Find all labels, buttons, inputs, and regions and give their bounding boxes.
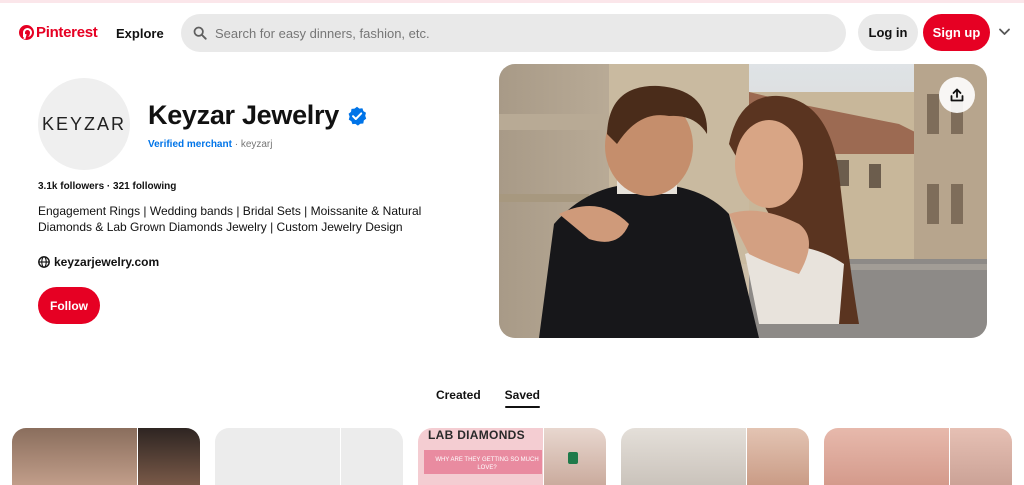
handle-separator: · [231,139,241,150]
board-card[interactable] [621,428,809,485]
share-button[interactable] [939,77,975,113]
cover-photo [499,64,987,338]
pinterest-logo[interactable]: Pinterest [19,24,98,41]
verified-merchant-label[interactable]: Verified merchant [148,139,232,150]
profile-bio: Engagement Rings | Wedding bands | Brida… [38,204,422,234]
board-cover-image [138,428,200,485]
board-cover-image [12,428,137,485]
login-button[interactable]: Log in [858,14,918,51]
logo-text: Pinterest [36,24,98,41]
board-cover-image: LAB DIAMONDS WHY ARE THEY GETTING SO MUC… [418,428,543,485]
board-card[interactable] [824,428,1012,485]
signup-button[interactable]: Sign up [923,14,990,51]
search-input[interactable] [215,25,815,41]
board-card[interactable] [215,428,403,485]
board-cover-image [621,428,746,485]
board-cover-title: LAB DIAMONDS [428,428,525,442]
board-card[interactable] [12,428,200,485]
search-icon [193,26,207,40]
search-bar[interactable] [181,14,846,52]
website-link[interactable]: keyzarjewelry.com [38,255,159,269]
profile-handle: keyzarj [240,139,273,150]
tab-created[interactable]: Created [436,388,481,408]
follow-button[interactable]: Follow [38,287,100,324]
board-cover-placeholder [341,428,403,485]
pinterest-logo-icon [19,25,34,40]
emerald-gem [568,452,578,464]
profile-tabs: Created Saved [0,388,1024,408]
profile-name: Keyzar Jewelry [148,100,339,130]
board-cover-image [544,428,606,485]
avatar-logo-text: KEYZAR [41,113,127,134]
verified-check-icon [348,106,367,126]
tab-saved[interactable]: Saved [504,388,541,408]
cover-photo-illustration [499,64,987,338]
share-icon [950,88,964,102]
profile-name-row: Keyzar Jewelry [148,100,367,131]
merchant-row: Verified merchant · keyzarj [148,139,273,150]
board-cover-image [747,428,809,485]
header: Pinterest Explore Log in Sign up [0,3,1024,61]
globe-icon [38,256,50,268]
follower-stats[interactable]: 3.1k followers · 321 following [38,181,176,192]
board-cover-placeholder [215,428,340,485]
explore-link[interactable]: Explore [116,26,164,41]
board-card[interactable]: LAB DIAMONDS WHY ARE THEY GETTING SO MUC… [418,428,606,485]
board-cover-image [950,428,1012,485]
profile-avatar: KEYZAR [38,78,130,170]
website-text: keyzarjewelry.com [54,255,160,269]
board-cover-subtitle: WHY ARE THEY GETTING SO MUCH LOVE? [435,457,539,471]
board-cover-image [824,428,949,485]
chevron-down-icon[interactable] [998,27,1011,37]
